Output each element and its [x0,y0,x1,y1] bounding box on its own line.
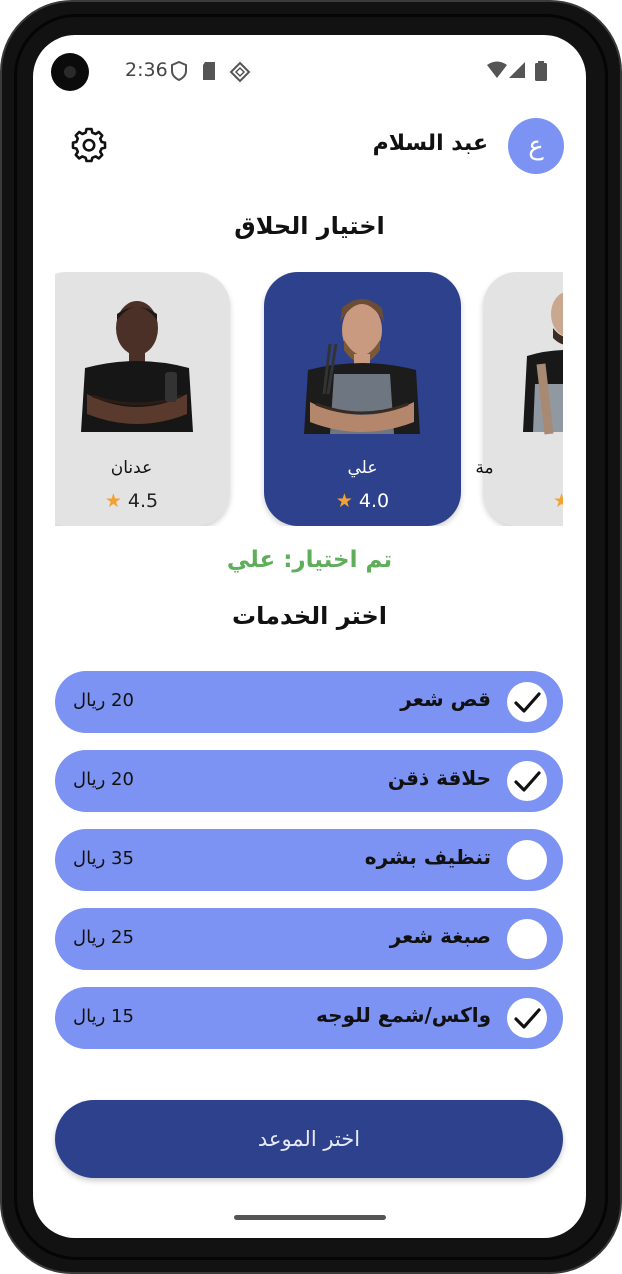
service-row[interactable]: 15 ريال واكس/شمع للوجه [55,987,563,1049]
user-name: عبد السلام [372,131,488,156]
barber-rating: ★ 4.0 [335,490,390,512]
service-row[interactable]: 35 ريال تنظيف بشره [55,829,563,891]
shield-icon [170,60,188,86]
barber-name: عدنان [110,458,153,478]
wifi-icon [486,61,508,84]
service-row[interactable]: 20 ريال حلاقة ذقن [55,750,563,812]
settings-gear-icon[interactable] [71,127,107,163]
star-icon: ★ [335,490,353,512]
checkmark-icon [514,771,541,792]
user-avatar[interactable]: ع [508,118,564,174]
barber-name: مة [475,458,494,478]
barber-photo [523,292,563,435]
barber-card-ali[interactable]: علي ★ 4.0 [264,272,461,526]
service-price: 20 ريال [73,769,134,790]
service-name: صبغة شعر [389,924,491,948]
front-camera [51,53,89,91]
sd-card-icon [201,61,217,86]
checkbox-unchecked[interactable] [507,919,547,959]
service-name: قص شعر [400,687,491,711]
service-price: 25 ريال [73,927,134,948]
home-indicator[interactable] [234,1215,386,1220]
barber-rating: ★ 4.5 [104,490,159,512]
checkbox-checked[interactable] [507,998,547,1038]
service-name: تنظيف بشره [364,845,491,869]
status-time: 2:36 [125,59,168,81]
signal-icon [508,61,526,84]
barber-card-third[interactable]: مة ★ [475,272,563,526]
battery-icon [535,61,547,86]
choose-appointment-button[interactable]: اختر الموعد [55,1100,563,1178]
checkbox-unchecked[interactable] [507,840,547,880]
service-price: 20 ريال [73,690,134,711]
app-screen: 2:36 عبد السلام ع اختيار الحلاق عدنان ★ … [33,35,586,1238]
checkbox-checked[interactable] [507,761,547,801]
selected-barber-text: تم اختيار: علي [226,547,393,573]
service-name: واكس/شمع للوجه [316,1003,491,1027]
checkbox-checked[interactable] [507,682,547,722]
service-row[interactable]: 20 ريال قص شعر [55,671,563,733]
checkmark-icon [514,692,541,713]
star-icon: ★ [553,490,563,512]
barber-photo [81,301,193,432]
barber-photo [304,299,420,434]
service-row[interactable]: 25 ريال صبغة شعر [55,908,563,970]
checkmark-icon [514,1008,541,1029]
star-icon: ★ [104,490,122,512]
barber-rating: ★ [553,490,563,512]
vpn-icon [229,61,251,88]
service-price: 15 ريال [73,1006,134,1027]
barber-section-title: اختيار الحلاق [234,212,385,240]
services-section-title: اختر الخدمات [232,602,387,630]
barber-carousel[interactable]: عدنان ★ 4.5 علي ★ 4.0 مة ★ [55,272,563,526]
service-price: 35 ريال [73,848,134,869]
barber-card-adnan[interactable]: عدنان ★ 4.5 [55,272,230,526]
service-name: حلاقة ذقن [387,766,491,790]
